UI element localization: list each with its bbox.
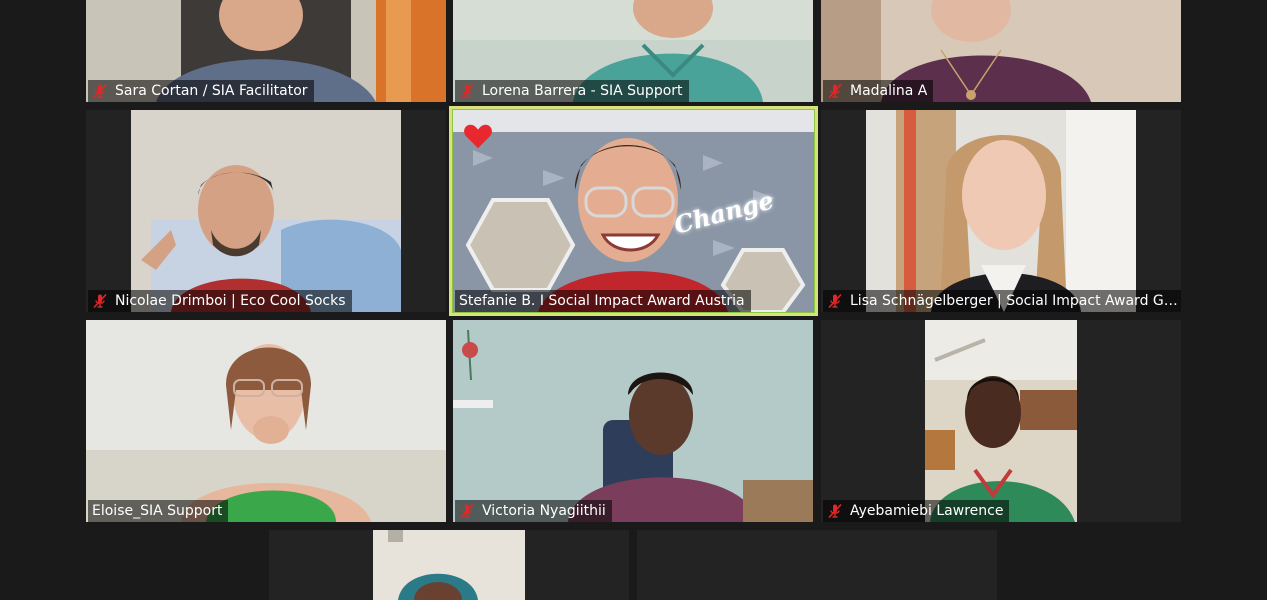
participant-name: Sara Cortan / SIA Facilitator [115,83,308,99]
participant-name: Lisa Schnägelberger | Social Impact Awar… [850,293,1179,309]
participant-name: Victoria Nyagiithii [482,503,606,519]
participant-name: Ayebamiebi Lawrence [850,503,1004,519]
participant-video-9 [925,320,1077,522]
participant-name-tag: Madalina A [823,80,934,102]
participant-tile-5-active-speaker[interactable]: Change Stefanie B. I Social Impact Award… [449,106,818,316]
participant-name-tag: Victoria Nyagiithii [455,500,612,522]
mic-muted-icon [827,293,843,309]
participant-name: Nicolae Drimboi | Eco Cool Socks [115,293,346,309]
participant-video-4 [131,110,401,312]
mic-muted-icon [459,83,475,99]
participant-tile-7[interactable]: Eloise_SIA Support [86,320,446,522]
participant-tile-2[interactable]: Lorena Barrera - SIA Support [453,0,813,102]
participant-name-tag: Eloise_SIA Support [88,500,229,522]
participant-tile-9[interactable]: Ayebamiebi Lawrence [821,320,1181,522]
participant-name: Stefanie B. I Social Impact Award Austri… [459,293,745,309]
participant-tile-1[interactable]: Sara Cortan / SIA Facilitator [86,0,446,102]
mic-muted-icon [827,83,843,99]
participant-name-tag: Ayebamiebi Lawrence [823,500,1010,522]
mic-muted-icon [827,503,843,519]
participant-name-tag: Sara Cortan / SIA Facilitator [88,80,314,102]
participant-video-5: Change [453,110,814,312]
participant-name-tag: Stefanie B. I Social Impact Award Austri… [455,290,751,312]
participant-video-6 [866,110,1136,312]
participant-tile-8[interactable]: Victoria Nyagiithii [453,320,813,522]
participant-name: Lorena Barrera - SIA Support [482,83,683,99]
participant-tile-6[interactable]: Lisa Schnägelberger | Social Impact Awar… [821,110,1181,312]
participant-name-tag: Lorena Barrera - SIA Support [455,80,689,102]
participant-video-7 [86,320,446,522]
mic-muted-icon [459,503,475,519]
participant-tile-10[interactable] [269,530,629,600]
participant-name-tag: Nicolae Drimboi | Eco Cool Socks [88,290,352,312]
mic-muted-icon [92,293,108,309]
participant-tile-4[interactable]: Nicolae Drimboi | Eco Cool Socks [86,110,446,312]
heart-reaction-icon [464,124,492,149]
participant-video-8 [453,320,813,522]
mic-muted-icon [92,83,108,99]
participant-tile-11[interactable] [637,530,997,600]
participant-tile-3[interactable]: Madalina A [821,0,1181,102]
participant-name-tag: Lisa Schnägelberger | Social Impact Awar… [823,290,1181,312]
participant-name: Eloise_SIA Support [92,503,223,519]
participant-video-10 [373,530,525,600]
participant-name: Madalina A [850,83,928,99]
